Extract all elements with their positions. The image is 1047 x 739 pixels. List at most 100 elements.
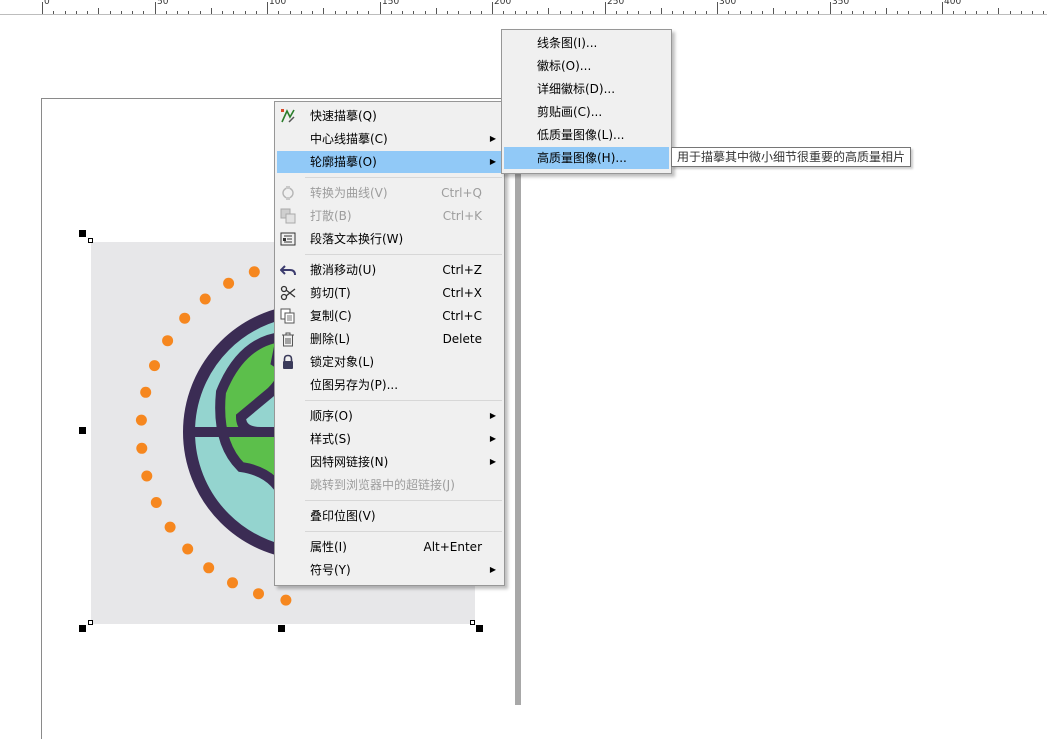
ruler-tick xyxy=(706,11,707,14)
menu-separator xyxy=(305,400,502,401)
menu-item-quick-trace[interactable]: 快速描摹(Q) xyxy=(277,105,502,127)
menu-separator xyxy=(305,254,502,255)
ruler-tick xyxy=(785,11,786,14)
ruler-tick xyxy=(751,11,752,14)
ruler-tick xyxy=(447,11,448,14)
ruler-tick xyxy=(976,11,977,14)
horizontal-ruler[interactable]: 0 50 100 150 200 250 300 350 400 xyxy=(0,0,1047,15)
ruler-tick xyxy=(841,11,842,14)
submenu-item-high-quality-image[interactable]: 高质量图像(H)... xyxy=(504,147,669,169)
ruler-tick xyxy=(177,11,178,14)
orange-dot xyxy=(141,470,153,482)
ruler-tick xyxy=(143,11,144,14)
ruler-tick xyxy=(1010,11,1011,14)
menu-item-copy[interactable]: 复制(C) Ctrl+C xyxy=(277,305,502,327)
menu-item-style[interactable]: 样式(S) ▶ xyxy=(277,428,502,450)
ruler-tick xyxy=(368,11,369,14)
ruler-tick xyxy=(267,2,268,14)
selection-handle-middle-left[interactable] xyxy=(79,427,86,434)
menu-item-undo-move[interactable]: 撤消移动(U) Ctrl+Z xyxy=(277,259,502,281)
ruler-tick xyxy=(470,11,471,14)
orange-dot xyxy=(164,521,176,533)
menu-item-internet-link[interactable]: 因特网链接(N) ▶ xyxy=(277,451,502,473)
orange-dot xyxy=(227,577,238,589)
menu-item-overprint-bitmap[interactable]: 叠印位图(V) xyxy=(277,505,502,527)
ruler-label: 50 xyxy=(157,0,169,7)
menu-item-paragraph-text-wrap[interactable]: 段落文本换行(W) xyxy=(277,228,502,250)
submenu-arrow-icon: ▶ xyxy=(489,411,496,420)
menu-item-delete[interactable]: 删除(L) Delete xyxy=(277,328,502,350)
ruler-tick xyxy=(380,2,381,14)
ruler-tick xyxy=(695,11,696,14)
ruler-tick xyxy=(290,11,291,14)
ruler-tick xyxy=(76,11,77,14)
menu-item-convert-to-curves[interactable]: 转换为曲线(V) Ctrl+Q xyxy=(277,182,502,204)
menu-item-properties[interactable]: 属性(I) Alt+Enter xyxy=(277,536,502,558)
submenu-item-clipart[interactable]: 剪贴画(C)... xyxy=(504,101,669,123)
ruler-tick xyxy=(211,8,212,14)
ruler-tick xyxy=(560,11,561,14)
ruler-tick xyxy=(87,11,88,14)
ruler-tick xyxy=(942,2,943,14)
submenu-item-line-art[interactable]: 线条图(I)... xyxy=(504,32,669,54)
submenu-item-logo[interactable]: 徽标(O)... xyxy=(504,55,669,77)
ruler-tick xyxy=(953,11,954,14)
ruler-label: 150 xyxy=(382,0,400,7)
menu-item-save-bitmap-as[interactable]: 位图另存为(P)... xyxy=(277,374,502,396)
submenu-item-low-quality-image[interactable]: 低质量图像(L)... xyxy=(504,124,669,146)
ruler-tick xyxy=(110,11,111,14)
submenu-arrow-icon: ▶ xyxy=(489,157,496,166)
ruler-tick xyxy=(593,11,594,14)
menu-item-cut[interactable]: 剪切(T) Ctrl+X xyxy=(277,282,502,304)
ruler-tick xyxy=(357,11,358,14)
ruler-label: 0 xyxy=(44,0,50,7)
ruler-tick xyxy=(166,11,167,14)
ruler-tick xyxy=(987,11,988,14)
menu-item-jump-to-hyperlink[interactable]: 跳转到浏览器中的超链接(J) xyxy=(277,474,502,496)
undo-icon xyxy=(280,262,296,278)
selection-handle-bottom-right[interactable] xyxy=(476,625,483,632)
ruler-tick xyxy=(233,11,234,14)
ruler-tick xyxy=(650,11,651,14)
ruler-tick xyxy=(661,8,662,14)
lock-icon xyxy=(280,354,296,370)
ruler-label: 100 xyxy=(269,0,287,7)
submenu-arrow-icon: ▶ xyxy=(489,565,496,574)
ruler-tick xyxy=(121,11,122,14)
menu-item-centerline-trace[interactable]: 中心线描摹(C) ▶ xyxy=(277,128,502,150)
ruler-tick xyxy=(920,11,921,14)
corner-node xyxy=(88,238,93,243)
ruler-tick xyxy=(1032,11,1033,14)
menu-item-symbol[interactable]: 符号(Y) ▶ xyxy=(277,559,502,581)
ruler-tick xyxy=(717,2,718,14)
submenu-arrow-icon: ▶ xyxy=(489,134,496,143)
orange-dot xyxy=(223,277,235,289)
ruler-tick xyxy=(98,8,99,14)
orange-dot xyxy=(253,588,264,600)
ruler-tick xyxy=(301,11,302,14)
ruler-tick xyxy=(582,11,583,14)
menu-item-outline-trace[interactable]: 轮廓描摹(O) ▶ xyxy=(277,151,502,173)
ruler-tick xyxy=(740,11,741,14)
menu-item-break-apart[interactable]: 打散(B) Ctrl+K xyxy=(277,205,502,227)
ruler-tick xyxy=(222,11,223,14)
trace-icon xyxy=(280,108,296,124)
ruler-tick xyxy=(312,11,313,14)
menu-item-order[interactable]: 顺序(O) ▶ xyxy=(277,405,502,427)
copy-icon xyxy=(280,308,296,324)
selection-handle-bottom-left[interactable] xyxy=(79,625,86,632)
orange-dot xyxy=(135,414,147,426)
text-wrap-icon xyxy=(280,231,296,247)
ruler-tick xyxy=(616,11,617,14)
ruler-tick xyxy=(627,11,628,14)
selection-handle-top-left[interactable] xyxy=(79,230,86,237)
ruler-tick xyxy=(458,11,459,14)
selection-handle-bottom-middle[interactable] xyxy=(278,625,285,632)
ruler-tick xyxy=(1043,11,1044,14)
orange-dot xyxy=(140,386,152,398)
menu-item-lock-object[interactable]: 锁定对象(L) xyxy=(277,351,502,373)
submenu-item-detailed-logo[interactable]: 详细徽标(D)... xyxy=(504,78,669,100)
ruler-label: 300 xyxy=(719,0,737,7)
ruler-tick xyxy=(605,2,606,14)
ruler-tick xyxy=(132,11,133,14)
